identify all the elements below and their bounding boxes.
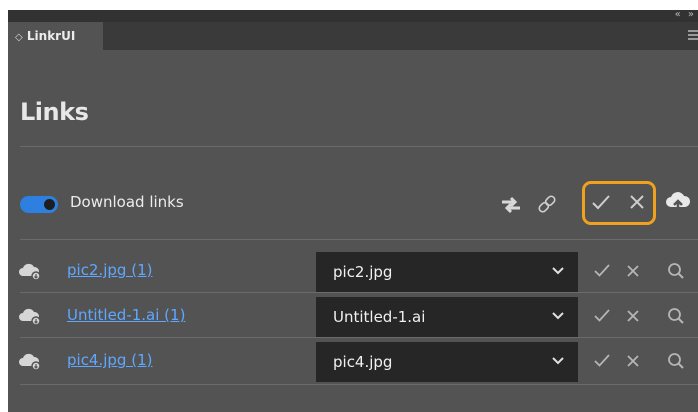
link-select-dropdown[interactable]: Untitled-1.ai <box>316 297 578 337</box>
search-icon[interactable] <box>667 262 685 280</box>
chevron-down-icon <box>552 312 564 320</box>
page-title: Links <box>20 98 89 126</box>
search-icon[interactable] <box>667 352 685 370</box>
linkrui-panel: « » ◇ LinkrUI Links Download links pic2.… <box>8 10 698 412</box>
tab-label: LinkrUI <box>26 29 76 43</box>
tab-bar: ◇ LinkrUI <box>8 22 698 50</box>
swap-icon[interactable] <box>499 195 523 215</box>
check-icon[interactable] <box>593 308 611 324</box>
row-divider <box>20 337 698 338</box>
divider <box>20 239 698 240</box>
chevron-down-icon <box>552 267 564 275</box>
panel-top-strip: « » <box>8 10 698 22</box>
dropdown-value: pic2.jpg <box>333 263 393 281</box>
link-select-dropdown[interactable]: pic2.jpg <box>316 252 578 292</box>
download-links-label: Download links <box>70 193 184 211</box>
close-icon[interactable] <box>626 264 640 278</box>
search-icon[interactable] <box>667 307 685 325</box>
link-select-dropdown[interactable]: pic4.jpg <box>316 342 578 382</box>
panel-menu-icon[interactable] <box>688 30 698 40</box>
tab-arrows-icon: ◇ <box>15 32 23 43</box>
cloud-download-icon[interactable] <box>19 308 41 326</box>
toggle-knob <box>44 199 55 210</box>
link-icon[interactable] <box>536 193 558 215</box>
check-icon[interactable] <box>593 353 611 369</box>
tab-linkrui[interactable]: ◇ LinkrUI <box>8 22 103 50</box>
close-icon[interactable] <box>626 309 640 323</box>
chevron-down-icon <box>552 357 564 365</box>
close-icon[interactable] <box>629 194 645 210</box>
row-divider <box>20 384 698 385</box>
download-links-toggle[interactable] <box>20 196 58 213</box>
dropdown-value: pic4.jpg <box>333 353 393 371</box>
divider <box>20 146 698 147</box>
cloud-upload-icon[interactable] <box>665 191 691 213</box>
cloud-download-icon[interactable] <box>19 353 41 371</box>
link-name[interactable]: pic2.jpg (1) <box>67 261 152 279</box>
check-icon[interactable] <box>593 263 611 279</box>
cloud-download-icon[interactable] <box>19 263 41 281</box>
row-divider <box>20 292 698 293</box>
dropdown-value: Untitled-1.ai <box>333 308 426 326</box>
check-icon[interactable] <box>591 194 611 212</box>
link-name[interactable]: pic4.jpg (1) <box>67 351 152 369</box>
collapse-panel-button[interactable]: « » <box>675 10 696 20</box>
close-icon[interactable] <box>626 354 640 368</box>
link-name[interactable]: Untitled-1.ai (1) <box>67 306 185 324</box>
